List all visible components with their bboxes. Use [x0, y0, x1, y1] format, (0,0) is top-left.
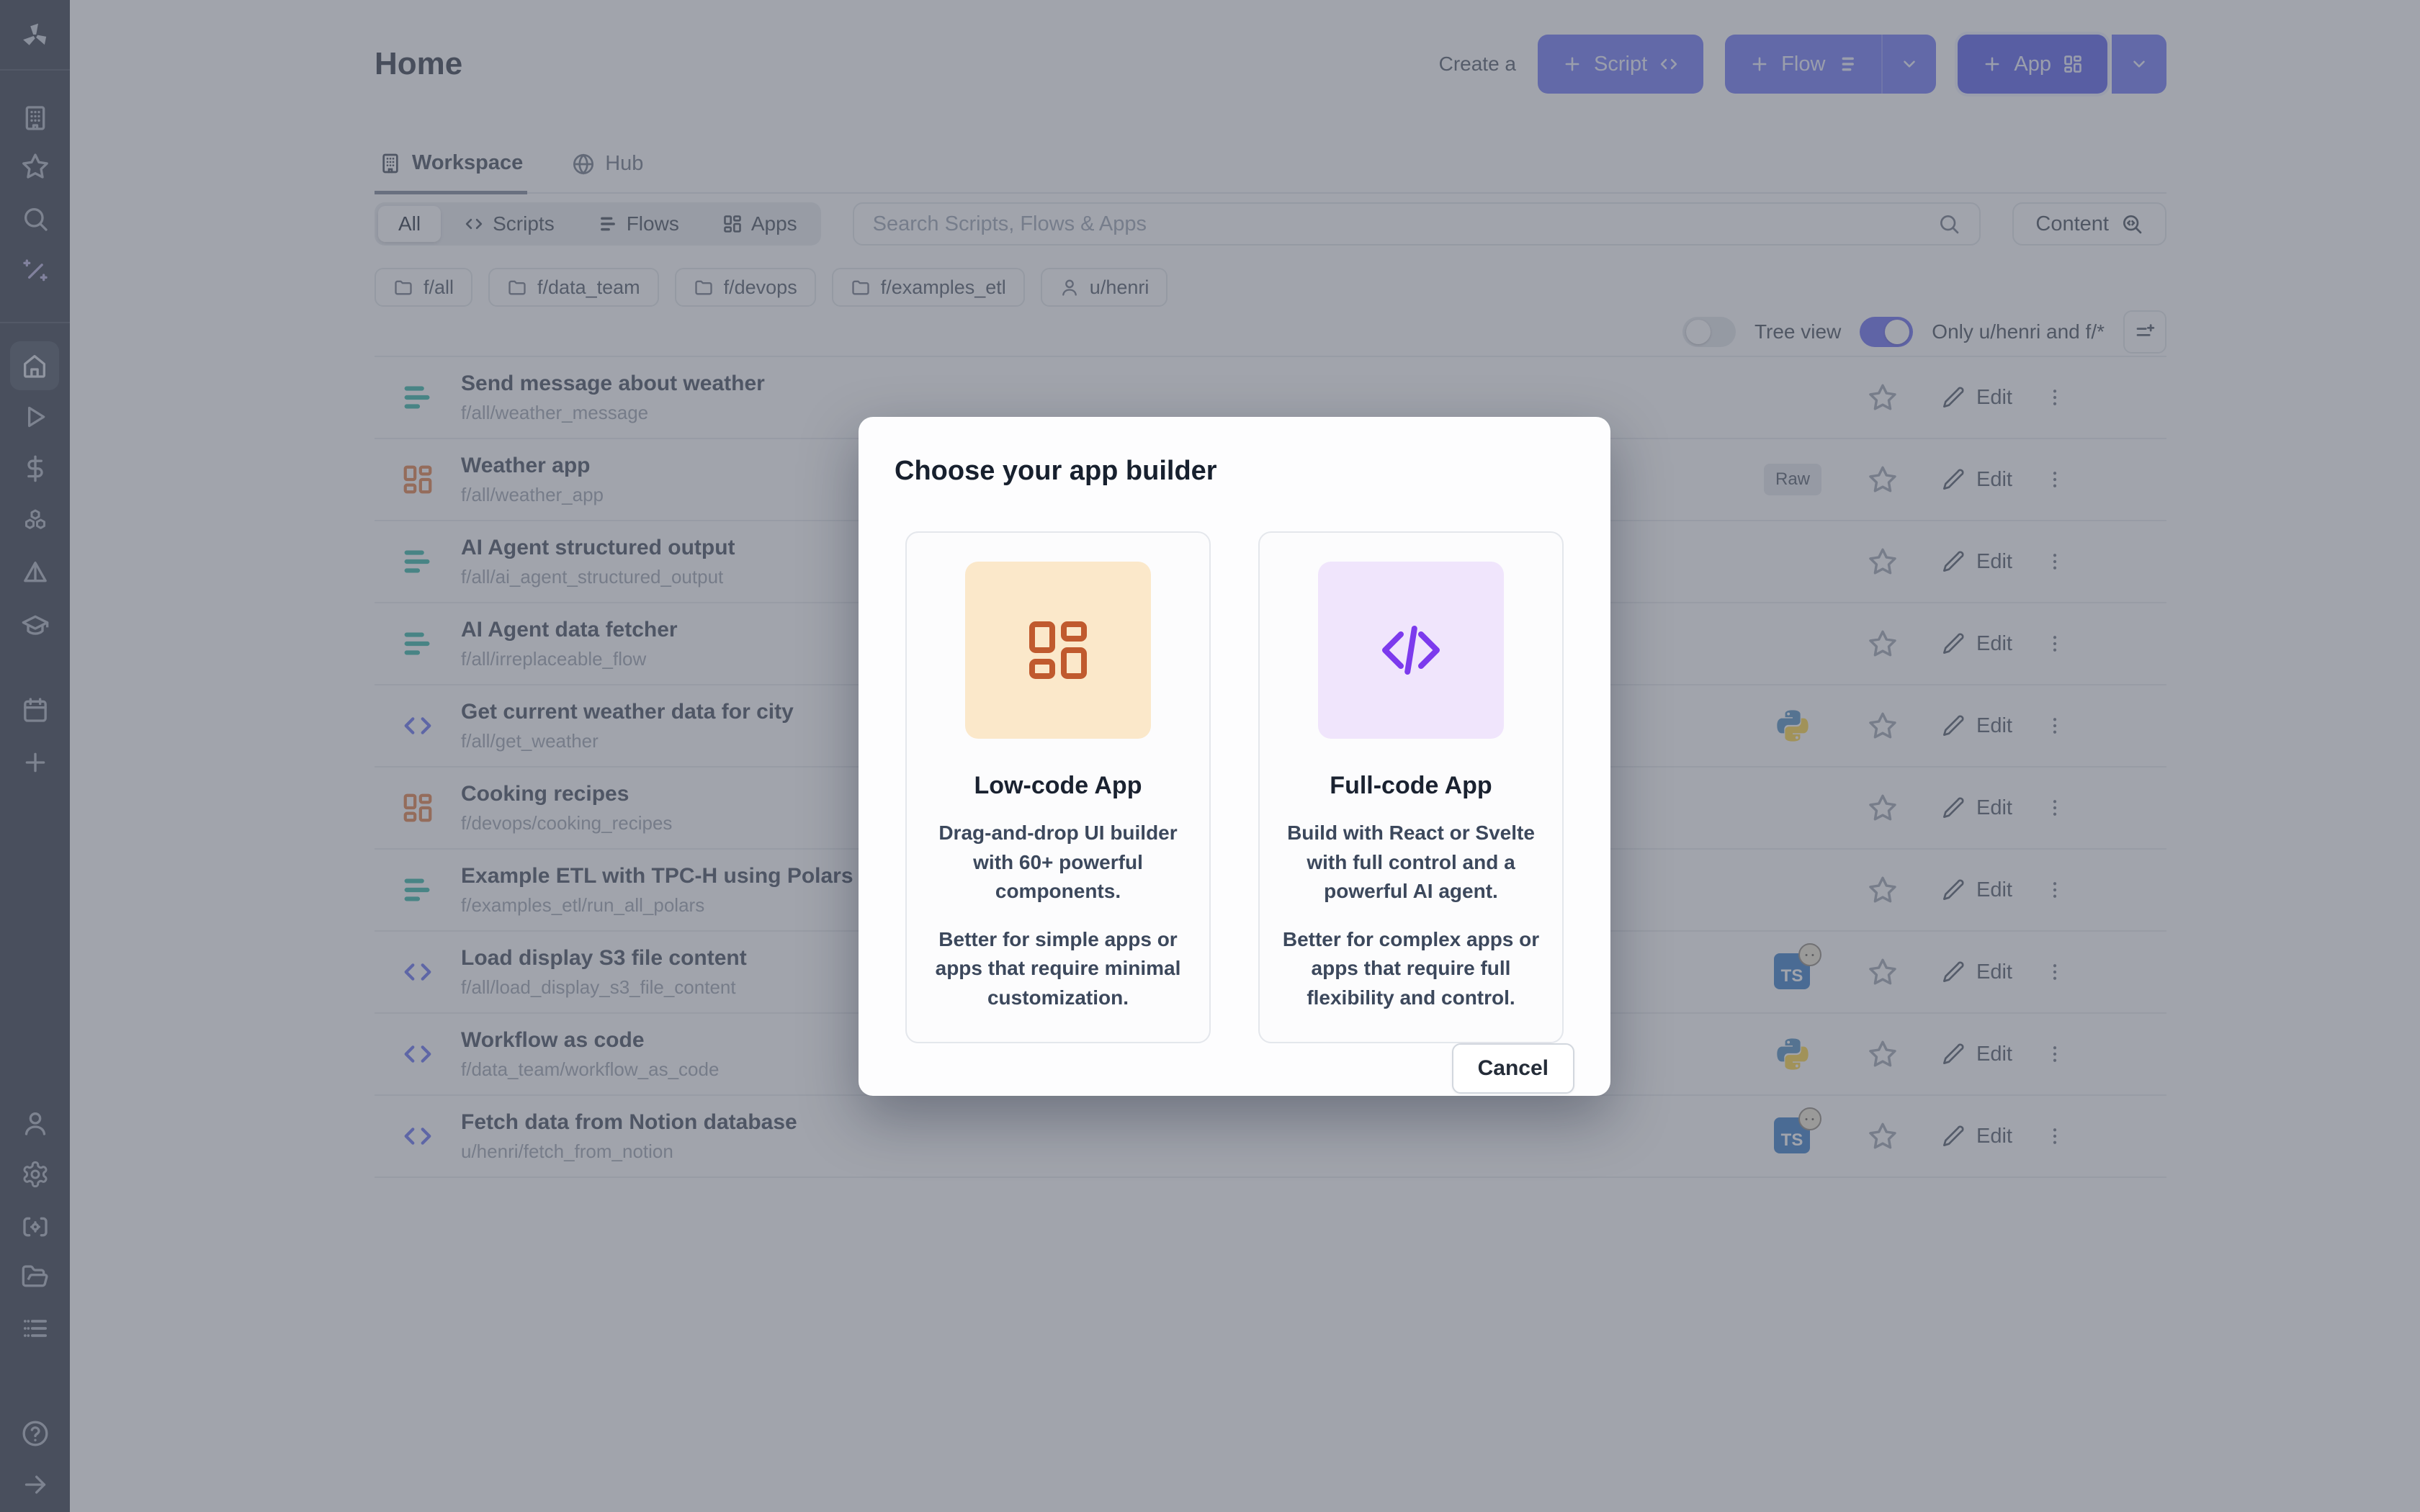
builder-cards: Low-code App Drag-and-drop UI builder wi… [895, 531, 1574, 1043]
fullcode-desc-2: Better for complex apps or apps that req… [1278, 925, 1543, 1013]
modal-footer: Cancel [895, 1043, 1574, 1094]
app-builder-modal: Choose your app builder Low-code App Dra… [859, 417, 1610, 1096]
lowcode-desc-1: Drag-and-drop UI builder with 60+ powerf… [926, 819, 1191, 906]
fullcode-tile [1318, 562, 1504, 739]
lowcode-tile [965, 562, 1151, 739]
fullcode-title: Full-code App [1278, 772, 1543, 800]
fullcode-desc-1: Build with React or Svelte with full con… [1278, 819, 1543, 906]
layout-grid-icon [1023, 616, 1093, 685]
lowcode-title: Low-code App [926, 772, 1191, 800]
windmill-app: Home Create a Script Flow [0, 0, 2420, 1512]
modal-title: Choose your app builder [895, 456, 1574, 487]
cancel-button[interactable]: Cancel [1452, 1043, 1574, 1094]
fullcode-app-card[interactable]: Full-code App Build with React or Svelte… [1258, 531, 1564, 1043]
lowcode-app-card[interactable]: Low-code App Drag-and-drop UI builder wi… [905, 531, 1211, 1043]
code-icon [1376, 616, 1446, 685]
lowcode-desc-2: Better for simple apps or apps that requ… [926, 925, 1191, 1013]
